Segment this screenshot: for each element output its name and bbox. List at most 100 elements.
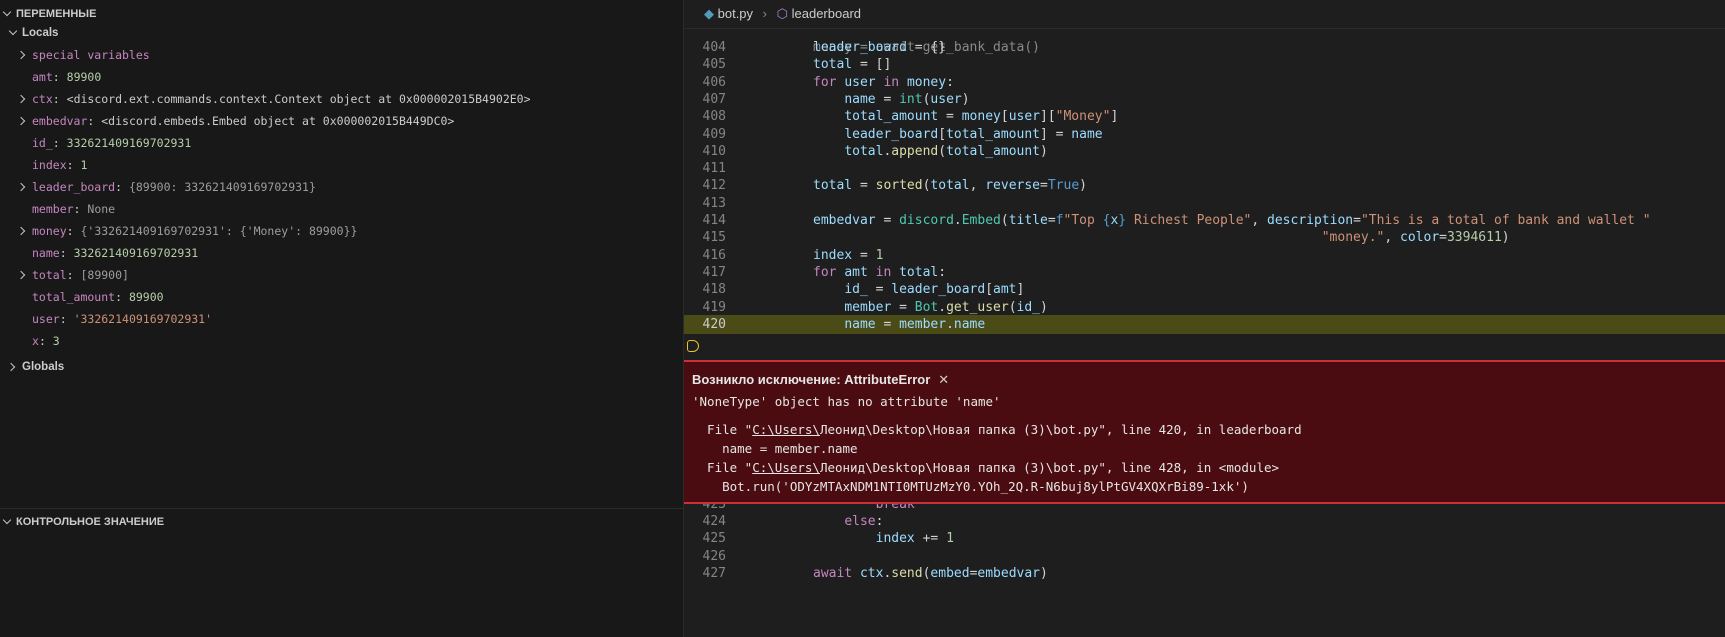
variable-name: ctx <box>32 92 53 106</box>
variables-section-header[interactable]: ПЕРЕМЕННЫЕ <box>0 4 96 24</box>
chevron-right-icon <box>18 270 28 280</box>
variable-name: embedvar <box>32 114 88 128</box>
code-line: 406 for user in money: <box>684 73 1725 92</box>
line-number: 407 <box>702 91 726 107</box>
code-text: "money.", color=3394611) <box>1321 230 1510 246</box>
variable-row[interactable]: user: '332621409169702931' <box>0 308 683 330</box>
code-text: total = sorted(total, reverse=True) <box>813 178 1087 194</box>
line-number: 410 <box>702 143 726 159</box>
code-line: 418 id_ = leader_board[amt] <box>684 280 1725 299</box>
line-number: 414 <box>702 213 726 228</box>
line-number: 404 <box>702 40 726 55</box>
variable-value: 1 <box>80 158 88 172</box>
locals-scope[interactable]: Locals <box>8 22 58 44</box>
variable-value: {89900: 332621409169702931} <box>128 180 316 194</box>
code-line: 424 else: <box>684 512 1725 531</box>
code-line: 427 await ctx.send(embed=embedvar) <box>684 564 1725 583</box>
code-line-partial: money = await get_bank_data() <box>684 19 1725 55</box>
variable-name: x <box>32 334 39 348</box>
code-line: 414 embedvar = discord.Embed(title=f"Top … <box>684 211 1725 230</box>
variable-name: id_ <box>32 136 53 150</box>
variable-row[interactable]: embedvar: <discord.embeds.Embed object a… <box>0 110 683 132</box>
variable-value: [89900] <box>80 268 129 282</box>
variable-name: total_amount <box>32 290 116 304</box>
traceback-line: File "C:\Users\Леонид\Desktop\Новая папк… <box>692 422 1302 437</box>
traceback-path-link[interactable]: C:\Users\ <box>752 422 820 437</box>
watch-section-header[interactable]: КОНТРОЛЬНОЕ ЗНАЧЕНИЕ <box>0 512 164 532</box>
code-line: 417 for amt in total: <box>684 263 1725 282</box>
line-number: 420 <box>702 316 726 332</box>
line-number: 406 <box>702 74 726 90</box>
code-text: for user in money: <box>813 74 954 90</box>
globals-scope[interactable]: Globals <box>8 356 64 378</box>
variable-value: <discord.ext.commands.context.Context ob… <box>66 92 531 106</box>
code-text: name = int(user) <box>844 91 970 107</box>
variable-row[interactable]: total_amount: 89900 <box>0 286 683 308</box>
variable-name: member <box>32 202 74 216</box>
code-text: embedvar = discord.Embed(title=f"Top {x}… <box>813 213 1651 228</box>
code-line: 409 leader_board[total_amount] = name <box>684 125 1725 144</box>
variable-row[interactable]: id_: 332621409169702931 <box>0 132 683 154</box>
line-number: 416 <box>702 247 726 263</box>
traceback-rest: Леонид\Desktop\Новая папка (3)\bot.py", … <box>819 460 1280 475</box>
chevron-right-icon <box>18 94 28 104</box>
variable-row[interactable]: ctx: <discord.ext.commands.context.Conte… <box>0 88 683 110</box>
code-line: 407 name = int(user) <box>684 90 1725 109</box>
code-line: 410 total.append(total_amount) <box>684 142 1725 161</box>
traceback-path-link[interactable]: C:\Users\ <box>752 460 820 475</box>
traceback-line: Bot.run('ODYzMTAxNDM1NTI0MTUzMzY0.YOh_2Q… <box>692 479 1249 494</box>
variable-value: <discord.embeds.Embed object at 0x000002… <box>101 114 455 128</box>
variable-value: 332621409169702931 <box>66 136 192 150</box>
variable-name: total <box>32 268 67 282</box>
chevron-right-icon <box>8 362 18 372</box>
code-text: total = [] <box>813 57 892 73</box>
chevron-right-icon <box>18 50 28 60</box>
line-number: 424 <box>702 513 726 529</box>
variable-name: index <box>32 158 67 172</box>
line-number: 408 <box>702 109 726 125</box>
variable-row[interactable]: name: 332621409169702931 <box>0 242 683 264</box>
line-number: 405 <box>702 57 726 73</box>
variable-row[interactable]: total: [89900] <box>0 264 683 286</box>
variable-row[interactable]: special variables <box>0 44 683 66</box>
code-editor[interactable]: money = await get_bank_data() 404 leader_… <box>684 28 1725 637</box>
chevron-down-icon <box>8 28 18 38</box>
chevron-right-icon <box>18 182 28 192</box>
variable-row[interactable]: member: None <box>0 198 683 220</box>
variable-value: '332621409169702931' <box>73 312 213 326</box>
variable-row[interactable]: leader_board: {89900: 332621409169702931… <box>0 176 683 198</box>
chevron-down-icon <box>2 517 12 527</box>
variable-row[interactable]: x: 3 <box>0 330 683 352</box>
variable-name: special variables <box>32 48 150 62</box>
section-divider <box>0 508 683 509</box>
traceback-line: name = member.name <box>692 441 858 456</box>
variable-name: name <box>32 246 60 260</box>
variable-row[interactable]: amt: 89900 <box>0 66 683 88</box>
globals-label: Globals <box>22 361 65 373</box>
code-line: 415 "money.", color=3394611) <box>684 228 1725 247</box>
close-icon[interactable]: ✕ <box>938 372 949 388</box>
code-text: total_amount = money[user]["Money"] <box>844 109 1119 125</box>
line-number: 415 <box>702 230 726 246</box>
variable-value: 89900 <box>66 70 102 84</box>
code-text: index += 1 <box>875 531 954 547</box>
variable-row[interactable]: money: {'332621409169702931': {'Money': … <box>0 220 683 242</box>
code-line: 413 <box>684 194 1725 213</box>
code-text: member = Bot.get_user(id_) <box>844 299 1048 315</box>
variable-name: amt <box>32 70 53 84</box>
line-number: 418 <box>702 282 726 298</box>
line-number: 411 <box>702 161 726 177</box>
line-number: 412 <box>702 178 726 194</box>
variable-row[interactable]: index: 1 <box>0 154 683 176</box>
code-line: 404 leader_board = {} <box>684 38 1725 57</box>
line-number: 417 <box>702 264 726 280</box>
line-number: 409 <box>702 126 726 142</box>
exception-widget: Возникло исключение: AttributeError ✕ 'No… <box>684 360 1725 504</box>
variables-section-title: ПЕРЕМЕННЫЕ <box>16 8 97 20</box>
traceback-prefix: File " <box>692 422 753 437</box>
code-text: name = member.name <box>844 316 986 332</box>
line-number: 427 <box>702 565 726 581</box>
code-line: 411 <box>684 159 1725 178</box>
watch-section-title: КОНТРОЛЬНОЕ ЗНАЧЕНИЕ <box>16 516 165 528</box>
traceback-prefix: File " <box>692 460 753 475</box>
